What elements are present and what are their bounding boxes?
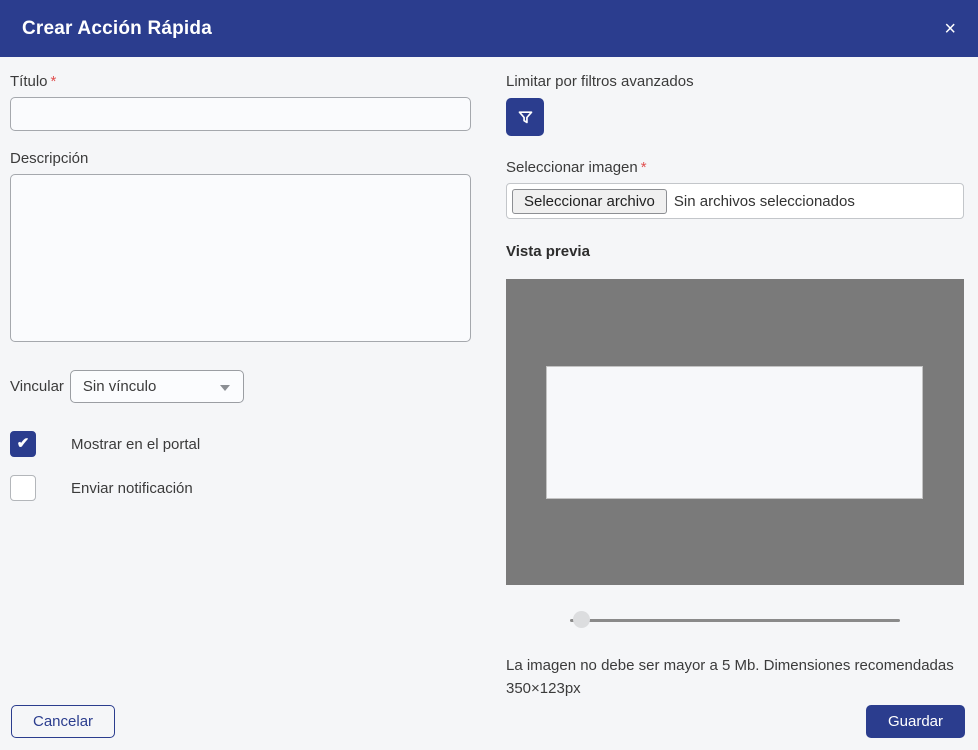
zoom-slider[interactable] <box>570 611 900 629</box>
required-asterisk: * <box>51 73 57 90</box>
right-column: Limitar por filtros avanzados Selecciona… <box>506 57 964 700</box>
vincular-label: Vincular <box>10 378 64 395</box>
titulo-input[interactable] <box>10 97 471 131</box>
close-icon[interactable]: × <box>940 15 960 43</box>
titulo-label: Título* <box>10 73 471 90</box>
seleccionar-imagen-label: Seleccionar imagen* <box>506 159 964 176</box>
crop-region[interactable] <box>547 367 922 498</box>
create-quick-action-dialog: Crear Acción Rápida × Título* Descripció… <box>0 0 978 750</box>
notificacion-checkbox-row: Enviar notificación <box>10 475 471 501</box>
cancel-button[interactable]: Cancelar <box>11 705 115 738</box>
file-input[interactable]: Seleccionar archivo Sin archivos selecci… <box>506 183 964 219</box>
left-column: Título* Descripción Vincular Sin vínculo… <box>10 57 471 501</box>
slider-handle[interactable] <box>573 611 590 628</box>
required-asterisk: * <box>641 159 647 176</box>
mostrar-portal-label: Mostrar en el portal <box>71 436 200 453</box>
filtros-label: Limitar por filtros avanzados <box>506 73 964 90</box>
descripcion-label: Descripción <box>10 150 471 167</box>
file-status-text: Sin archivos seleccionados <box>674 193 855 210</box>
vincular-selected-value: Sin vínculo <box>83 378 156 395</box>
file-select-button[interactable]: Seleccionar archivo <box>512 189 667 214</box>
image-preview-area <box>506 279 964 585</box>
slider-track[interactable] <box>570 619 900 622</box>
enviar-notificacion-label: Enviar notificación <box>71 480 193 497</box>
vista-previa-label: Vista previa <box>506 243 964 260</box>
portal-checkbox-row: Mostrar en el portal <box>10 431 471 457</box>
descripcion-textarea[interactable] <box>10 174 471 342</box>
dialog-title: Crear Acción Rápida <box>22 18 212 40</box>
filter-button[interactable] <box>506 98 544 136</box>
image-requirements-text: La imagen no debe ser mayor a 5 Mb. Dime… <box>506 654 964 700</box>
enviar-notificacion-checkbox[interactable] <box>10 475 36 501</box>
vincular-row: Vincular Sin vínculo <box>10 370 471 403</box>
funnel-icon <box>517 109 534 126</box>
dialog-footer: Cancelar Guardar <box>11 705 965 738</box>
vincular-select[interactable]: Sin vínculo <box>70 370 244 403</box>
mostrar-portal-checkbox[interactable] <box>10 431 36 457</box>
save-button[interactable]: Guardar <box>866 705 965 738</box>
chevron-down-icon <box>220 385 230 391</box>
dialog-header: Crear Acción Rápida × <box>0 0 978 57</box>
